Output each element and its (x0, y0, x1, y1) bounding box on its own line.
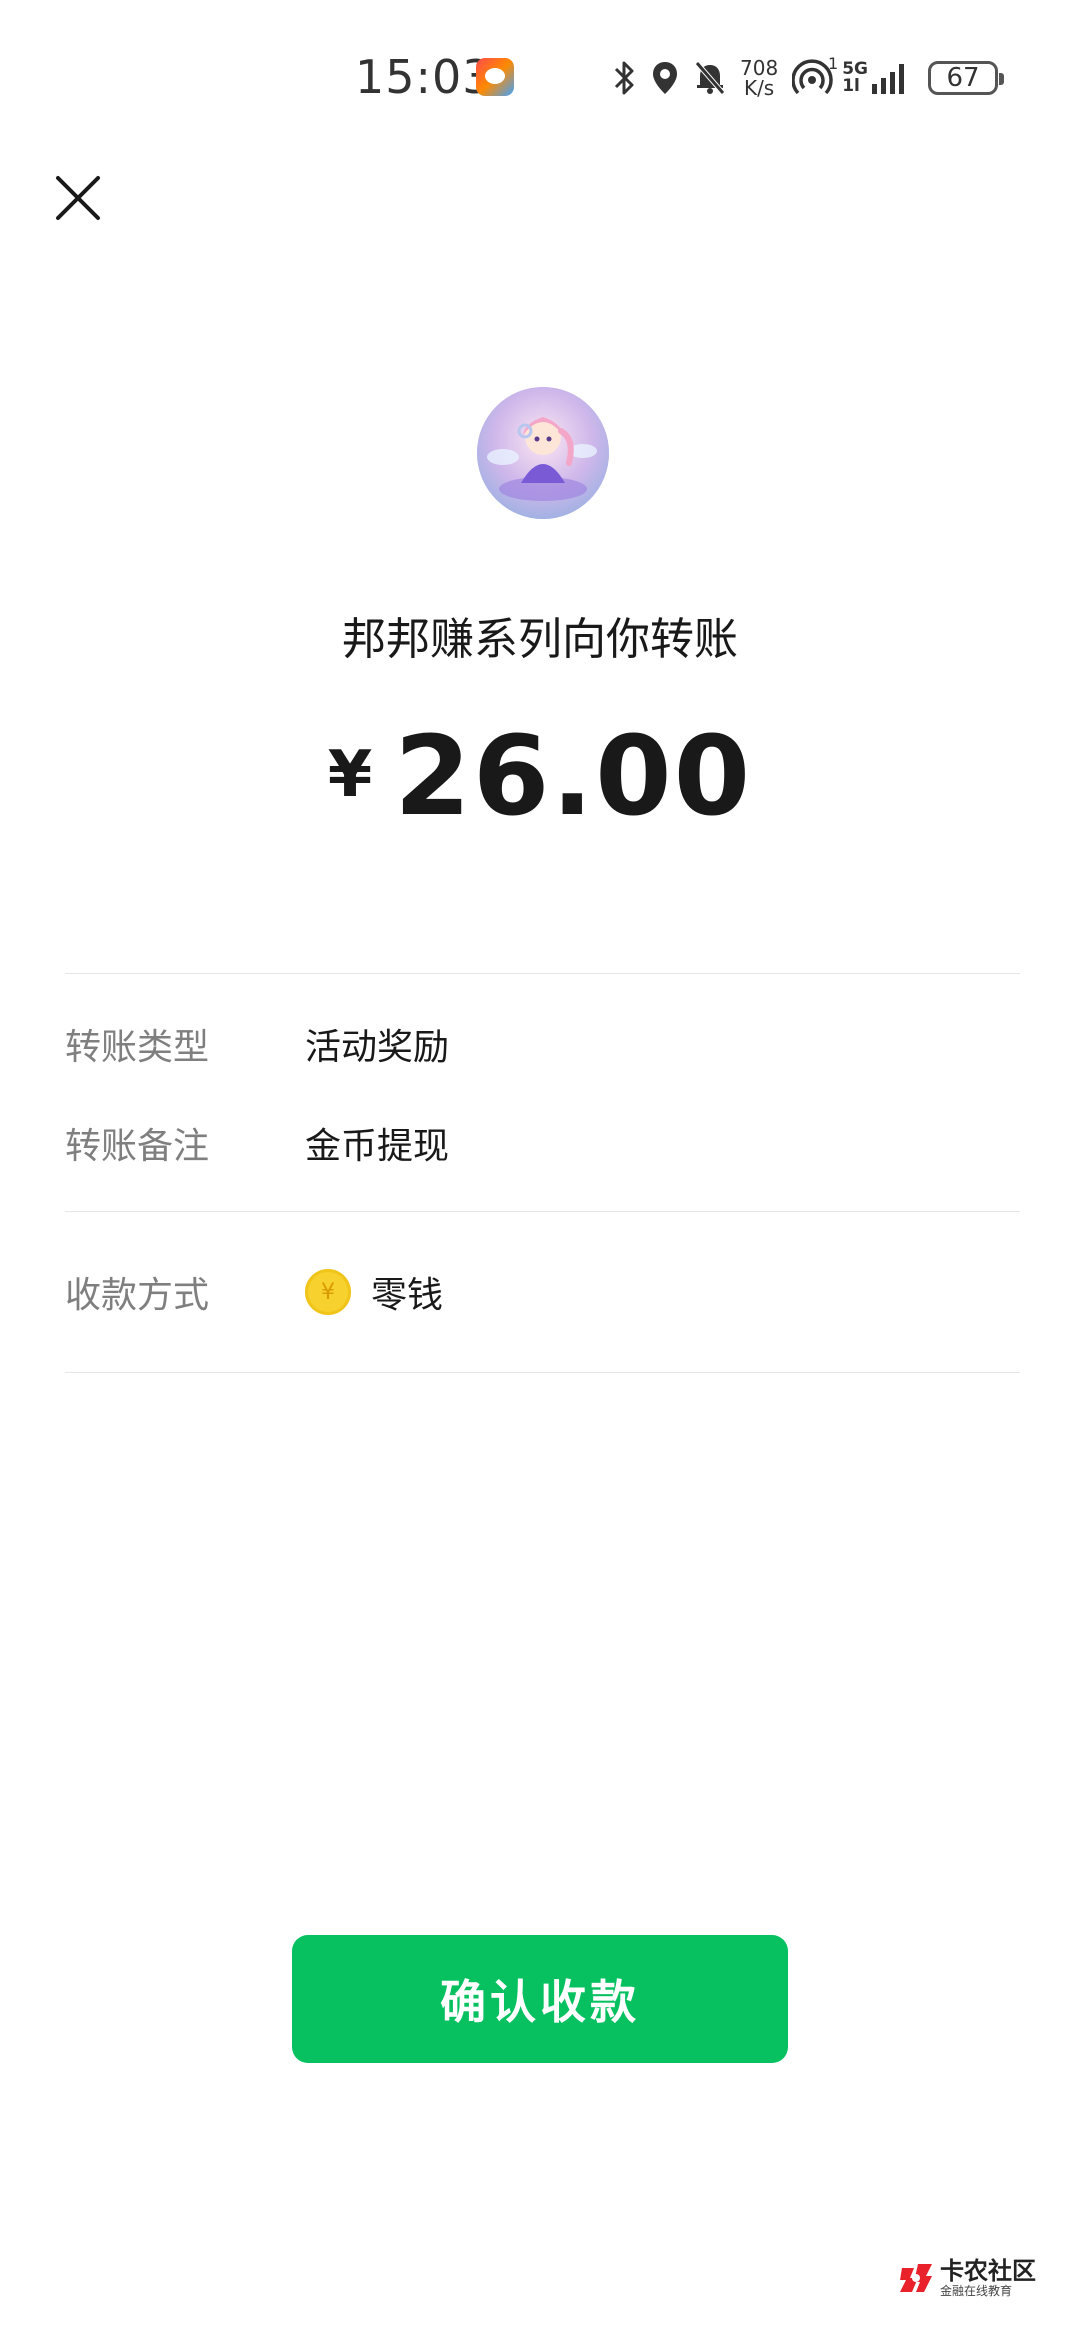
watermark-subtitle: 金融在线教育 (940, 2284, 1013, 2298)
network-speed-unit: K/s (743, 76, 775, 100)
hotspot-badge: 1 (828, 54, 839, 73)
receive-method-row[interactable]: 收款方式 ¥ 零钱 (65, 1262, 1020, 1322)
transfer-type-value: 活动奖励 (305, 1027, 450, 1068)
transfer-note-row: 转账备注 金币提现 (65, 1113, 1020, 1173)
receive-method-text: 零钱 (371, 1275, 444, 1316)
close-button[interactable] (50, 170, 106, 226)
watermark-text: 卡农社区 金融在线教育 (940, 2258, 1036, 2298)
network-type-sub: 1l (842, 76, 860, 96)
app-notification-icon (476, 58, 514, 96)
confirm-receive-button[interactable]: 确认收款 (292, 1935, 788, 2063)
transfer-type-label: 转账类型 (65, 1027, 210, 1068)
network-type: 5G 1l (842, 61, 868, 95)
bluetooth-icon (612, 58, 638, 98)
kanong-logo-icon (898, 2260, 934, 2296)
divider-middle (65, 1211, 1020, 1212)
status-time: 15:03 (355, 50, 493, 104)
change-coin-icon: ¥ (305, 1269, 351, 1315)
location-icon (650, 58, 680, 98)
signal-icon (870, 60, 910, 96)
transfer-note-label: 转账备注 (65, 1126, 210, 1167)
transfer-type-row: 转账类型 活动奖励 (65, 1014, 1020, 1074)
amount-row: ¥ 26.00 (0, 712, 1080, 840)
divider-top (65, 973, 1020, 974)
battery-indicator: 67 (927, 61, 1004, 95)
transfer-note-value: 金币提现 (305, 1126, 450, 1167)
network-speed: 708 K/s (740, 58, 778, 98)
mute-bell-icon (692, 58, 728, 98)
transfer-title: 邦邦赚系列向你转账 (342, 614, 738, 665)
hotspot-icon: 1 (792, 54, 838, 98)
receive-method-value[interactable]: ¥ 零钱 (305, 1266, 443, 1318)
status-icons: 708 K/s 1 5G 1l 67 (612, 52, 1004, 104)
avatar-image (477, 387, 609, 519)
status-bar: 15:03 708 K/s 1 5G 1l 67 (0, 0, 1080, 160)
close-icon (56, 176, 100, 220)
currency-symbol: ¥ (327, 738, 373, 812)
payer-avatar (477, 387, 609, 519)
transfer-amount: 26.00 (394, 712, 753, 840)
network-speed-value: 708 (740, 56, 779, 80)
watermark-title: 卡农社区 (940, 2257, 1036, 2285)
watermark: 卡农社区 金融在线教育 (898, 2258, 1036, 2298)
divider-bottom (65, 1372, 1020, 1373)
receive-method-label: 收款方式 (65, 1275, 210, 1316)
